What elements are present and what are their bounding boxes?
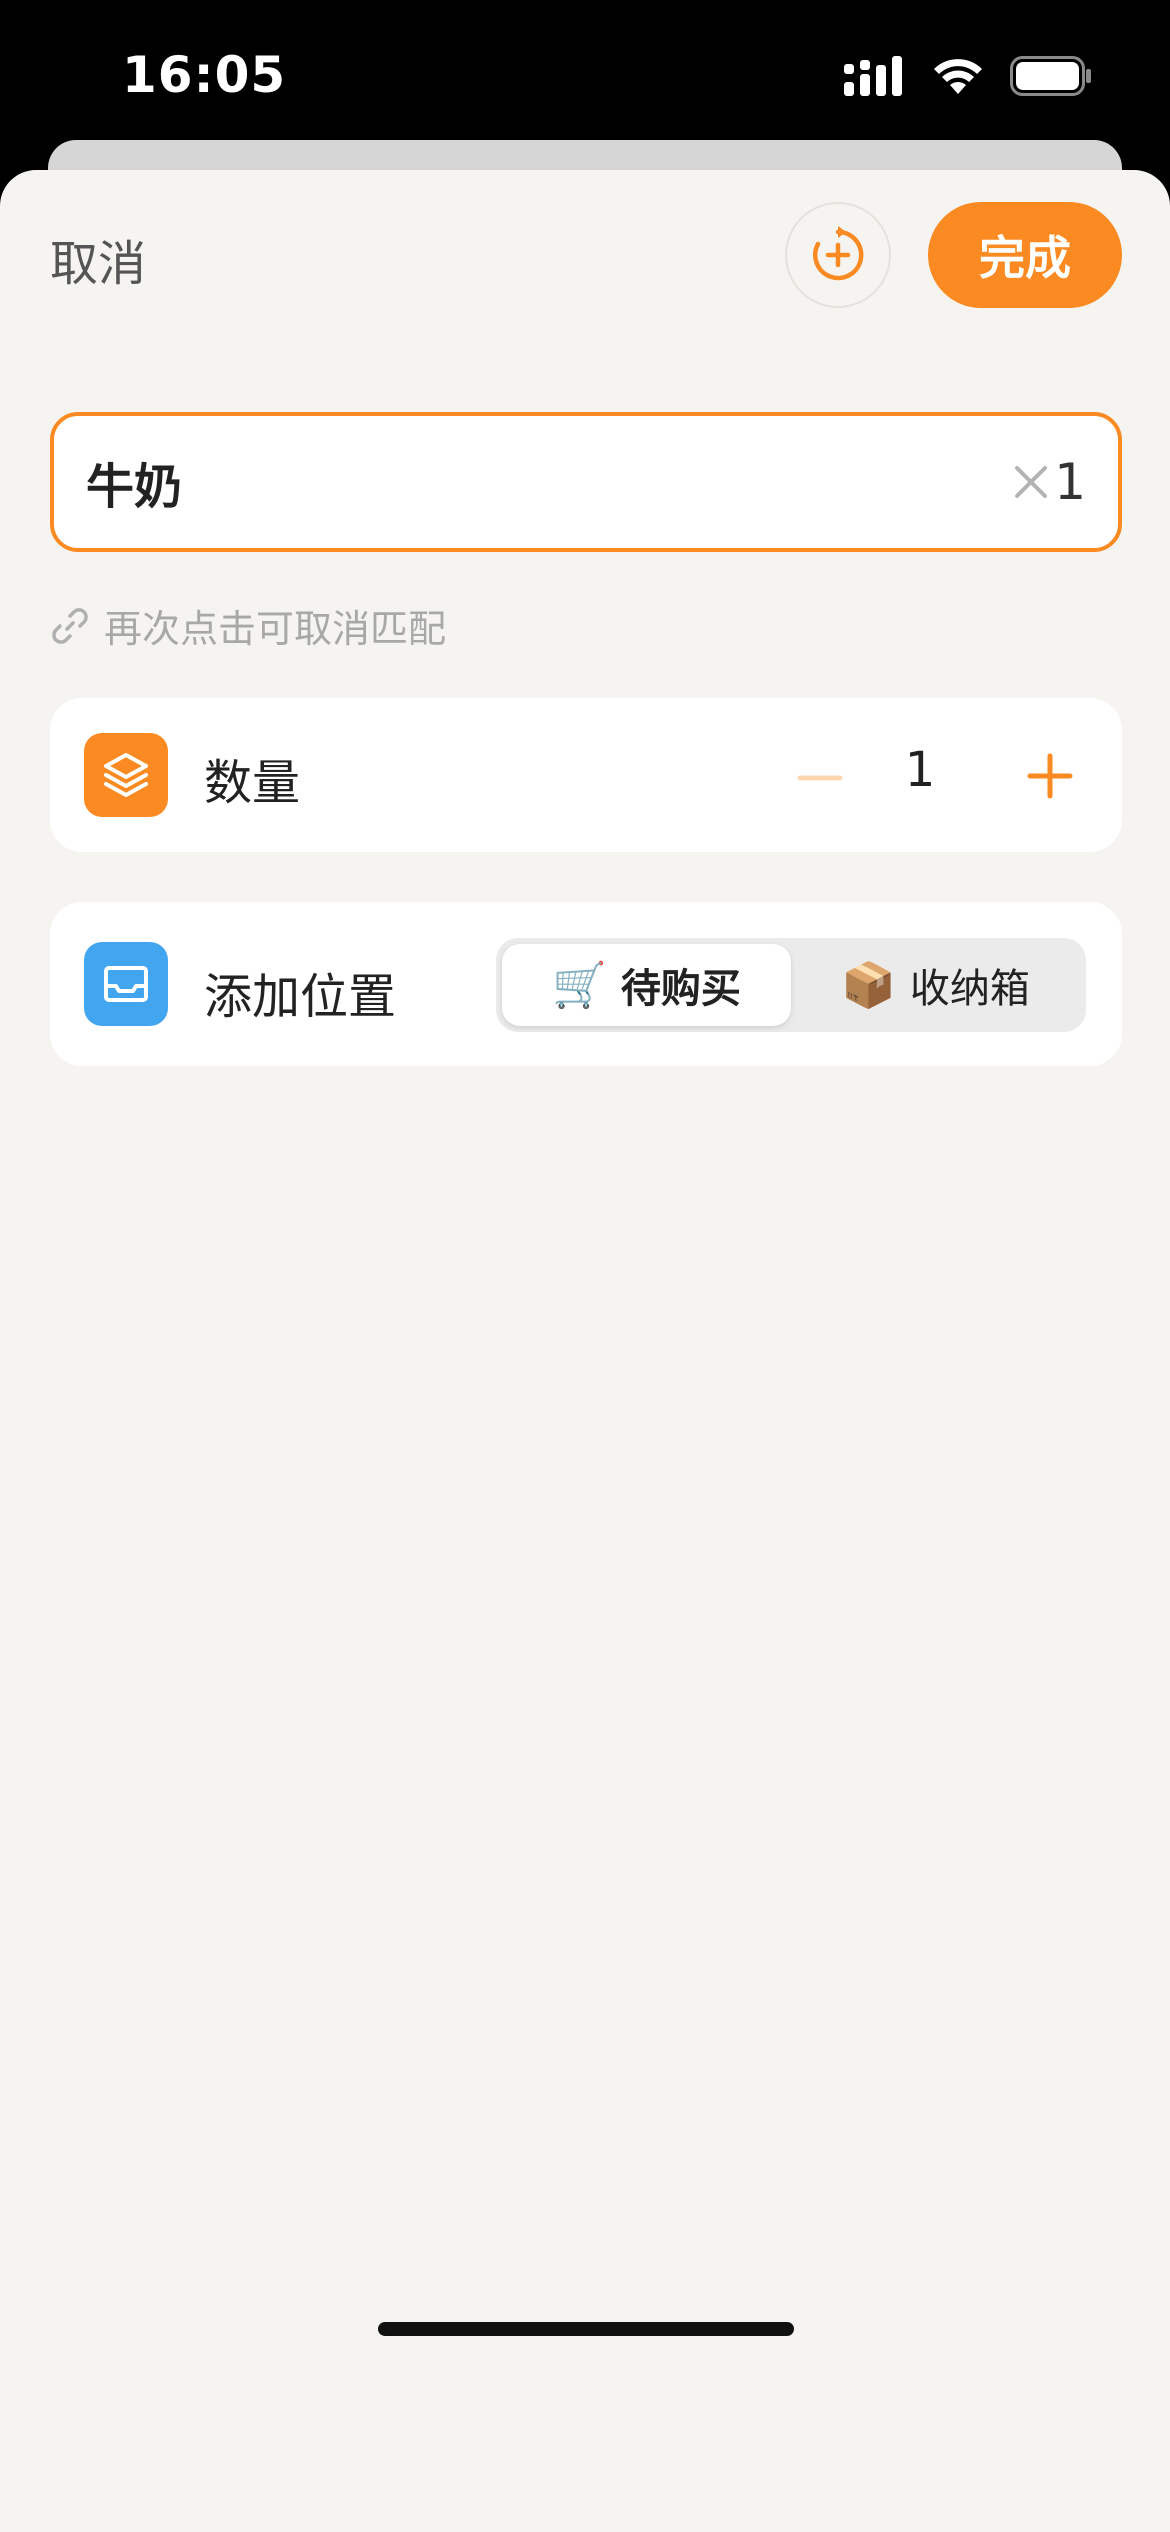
unmatch-hint: 再次点击可取消匹配: [50, 598, 446, 653]
segment-label: 待购买: [620, 966, 741, 1012]
plus-icon: [1027, 753, 1073, 799]
segment-label: 收纳箱: [909, 966, 1030, 1012]
add-item-sheet: 取消 完成 牛奶 1 再次点击可取消匹配 数量 1 添加位置 🛒 待购买 📦 收…: [0, 170, 1170, 2532]
increment-button[interactable]: [1020, 746, 1080, 806]
layers-icon: [84, 733, 168, 817]
quantity-value: 1: [904, 742, 936, 798]
location-segmented-control: 🛒 待购买 📦 收纳箱: [496, 938, 1086, 1032]
decrement-button[interactable]: [790, 748, 850, 808]
quantity-multiplier: 1: [1012, 453, 1086, 511]
location-card: 添加位置 🛒 待购买 📦 收纳箱: [50, 902, 1122, 1066]
quantity-suffix: 1: [1054, 453, 1086, 511]
home-indicator[interactable]: [378, 2322, 794, 2336]
status-time: 16:05: [122, 46, 287, 104]
status-icons: [844, 54, 1092, 98]
wifi-icon: [934, 59, 982, 94]
add-again-icon: [812, 226, 864, 281]
done-button[interactable]: 完成: [928, 202, 1122, 308]
location-label: 添加位置: [204, 969, 397, 1025]
quantity-card: 数量 1: [50, 698, 1122, 852]
battery-icon: [1010, 56, 1091, 96]
add-again-button[interactable]: [785, 202, 891, 308]
status-bar: 16:05: [0, 0, 1170, 150]
quantity-label: 数量: [204, 755, 301, 811]
box-icon: 📦: [841, 960, 896, 1011]
signal-icon: [844, 56, 902, 96]
cancel-button[interactable]: 取消: [50, 224, 146, 294]
item-name-field[interactable]: 牛奶 1: [50, 412, 1122, 552]
link-icon: [52, 607, 88, 644]
minus-icon: [797, 775, 843, 781]
cart-icon: 🛒: [552, 960, 607, 1011]
tray-icon: [84, 942, 168, 1026]
item-name-input[interactable]: 牛奶: [86, 447, 1012, 517]
close-icon[interactable]: [1012, 463, 1050, 501]
segment-storage-box[interactable]: 📦 收纳箱: [791, 944, 1080, 1026]
hint-text: 再次点击可取消匹配: [104, 607, 447, 651]
segment-to-buy[interactable]: 🛒 待购买: [502, 944, 791, 1026]
